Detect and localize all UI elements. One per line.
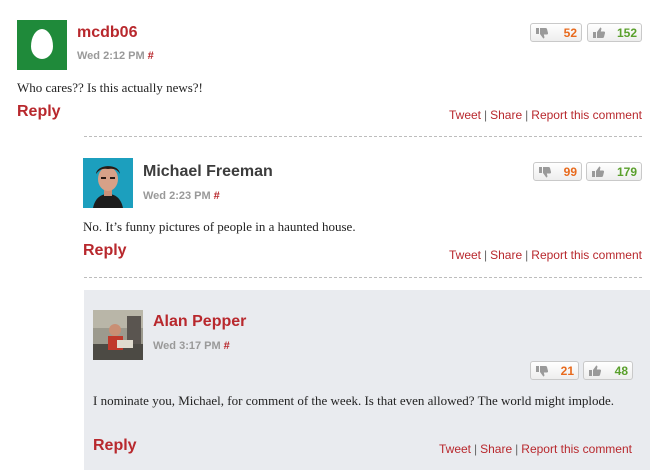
separator: | xyxy=(525,248,529,262)
report-link[interactable]: Report this comment xyxy=(531,108,642,122)
permalink[interactable]: # xyxy=(148,50,154,62)
avatar[interactable] xyxy=(83,158,133,208)
thumbs-up-icon xyxy=(589,365,602,376)
comment-timestamp: Wed 2:12 PM # xyxy=(77,50,154,62)
share-link[interactable]: Share xyxy=(490,108,522,122)
thumbs-up-button[interactable]: 179 xyxy=(586,162,642,181)
thumbs-down-icon xyxy=(536,365,549,376)
timestamp-text: Wed 2:12 PM xyxy=(77,50,145,62)
timestamp-text: Wed 2:23 PM xyxy=(143,190,211,202)
report-link[interactable]: Report this comment xyxy=(521,442,632,456)
separator: | xyxy=(474,442,478,456)
thumbs-up-icon xyxy=(592,166,605,177)
separator: | xyxy=(515,442,519,456)
comment-timestamp: Wed 2:23 PM # xyxy=(143,190,220,202)
person-photo xyxy=(83,158,133,208)
thumbs-up-button[interactable]: 152 xyxy=(587,23,642,42)
separator: | xyxy=(484,248,488,262)
thumbs-up-icon xyxy=(593,27,606,38)
comment-text: I nominate you, Michael, for comment of … xyxy=(93,393,615,408)
timestamp-text: Wed 3:17 PM xyxy=(153,340,221,352)
comment-timestamp: Wed 3:17 PM # xyxy=(153,340,230,352)
avatar[interactable] xyxy=(17,20,67,70)
thumbs-down-button[interactable]: 52 xyxy=(530,23,582,42)
comment-divider xyxy=(84,136,642,137)
thumbs-up-count: 179 xyxy=(616,164,637,179)
reply-button[interactable]: Reply xyxy=(17,103,61,121)
share-link[interactable]: Share xyxy=(480,442,512,456)
thumbs-up-button[interactable]: 48 xyxy=(583,361,633,380)
thumbs-down-count: 99 xyxy=(563,164,577,179)
permalink[interactable]: # xyxy=(224,340,230,352)
thumbs-down-count: 21 xyxy=(560,363,574,378)
tweet-link[interactable]: Tweet xyxy=(449,248,481,262)
comment-author[interactable]: mcdb06 xyxy=(77,24,137,42)
thumbs-down-icon xyxy=(536,27,549,38)
tweet-link[interactable]: Tweet xyxy=(439,442,471,456)
separator: | xyxy=(525,108,529,122)
thumbs-down-icon xyxy=(539,166,552,177)
separator: | xyxy=(484,108,488,122)
reply-button[interactable]: Reply xyxy=(83,242,127,260)
thumbs-down-button[interactable]: 21 xyxy=(530,361,579,380)
thumbs-down-button[interactable]: 99 xyxy=(533,162,582,181)
comment-actions: Tweet | Share | Report this comment xyxy=(439,442,632,456)
comment-author[interactable]: Michael Freeman xyxy=(143,163,273,181)
report-link[interactable]: Report this comment xyxy=(531,248,642,262)
comment-actions: Tweet | Share | Report this comment xyxy=(449,108,642,122)
thumbs-down-count: 52 xyxy=(563,25,577,40)
avatar[interactable] xyxy=(93,310,143,360)
person-photo xyxy=(93,310,143,360)
share-link[interactable]: Share xyxy=(490,248,522,262)
thumbs-up-count: 152 xyxy=(616,25,637,40)
permalink[interactable]: # xyxy=(214,190,220,202)
comment-text: Who cares?? Is this actually news?! xyxy=(17,80,203,95)
comment-text: No. It’s funny pictures of people in a h… xyxy=(83,219,356,234)
reply-button[interactable]: Reply xyxy=(93,437,137,455)
thumbs-up-count: 48 xyxy=(614,363,628,378)
comment-actions: Tweet | Share | Report this comment xyxy=(449,248,642,262)
egg-avatar-shape xyxy=(31,29,53,59)
comment-author[interactable]: Alan Pepper xyxy=(153,313,246,331)
tweet-link[interactable]: Tweet xyxy=(449,108,481,122)
comment-divider xyxy=(84,277,642,278)
